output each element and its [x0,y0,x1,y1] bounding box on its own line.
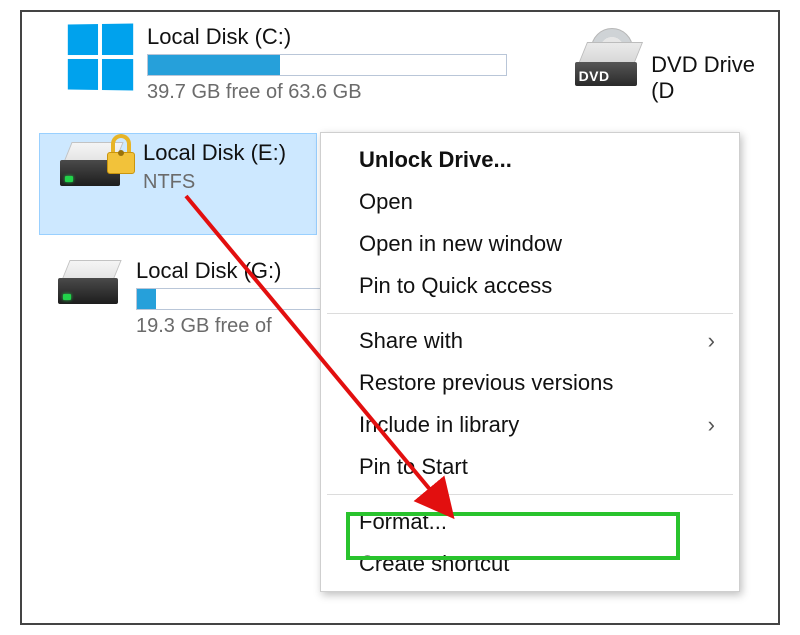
menu-restore-label: Restore previous versions [359,370,613,396]
drive-g[interactable]: Local Disk (G:) 19.3 GB free of [44,252,334,345]
menu-create-shortcut[interactable]: Create shortcut [321,543,739,585]
dvd-badge: DVD [579,68,610,84]
menu-open-new-label: Open in new window [359,231,562,257]
hdd-icon [52,258,136,318]
drive-c-sub: 39.7 GB free of 63.6 GB [147,80,507,105]
drive-g-sub: 19.3 GB free of [136,314,326,339]
drive-e-title: Local Disk (E:) [143,140,286,166]
dvd-drive-icon: DVD [570,34,651,98]
drive-e[interactable]: Local Disk (E:) NTFS [40,134,316,234]
drive-dvd-text: DVD Drive (D [651,34,774,104]
drive-c-text: Local Disk (C:) 39.7 GB free of 63.6 GB [147,24,507,105]
menu-open-label: Open [359,189,413,215]
menu-pin-start[interactable]: Pin to Start [321,446,739,488]
drive-c-usage-fill [148,55,280,75]
windows-logo-icon [52,24,147,90]
drive-g-text: Local Disk (G:) 19.3 GB free of [136,258,326,339]
drive-g-usage-fill [137,289,156,309]
menu-pin-quick-label: Pin to Quick access [359,273,552,299]
menu-share-label: Share with [359,328,463,354]
menu-include-library[interactable]: Include in library › [321,404,739,446]
drive-c[interactable]: Local Disk (C:) 39.7 GB free of 63.6 GB [44,18,564,111]
drive-c-usage-bar [147,54,507,76]
submenu-arrow-icon: › [708,412,715,438]
drive-g-usage-bar [136,288,326,310]
menu-unlock-label: Unlock Drive... [359,147,512,173]
menu-format-label: Format... [359,509,447,535]
menu-share-with[interactable]: Share with › [321,320,739,362]
drive-g-title: Local Disk (G:) [136,258,326,284]
menu-pin-start-label: Pin to Start [359,454,468,480]
drive-e-sub: NTFS [143,170,286,195]
menu-separator [327,494,733,495]
menu-open[interactable]: Open [321,181,739,223]
hdd-locked-icon [48,140,143,200]
menu-restore-previous[interactable]: Restore previous versions [321,362,739,404]
menu-separator [327,313,733,314]
drive-e-text: Local Disk (E:) NTFS [143,140,286,195]
drive-dvd-title: DVD Drive (D [651,52,774,104]
context-menu: Unlock Drive... Open Open in new window … [320,132,740,592]
menu-open-new-window[interactable]: Open in new window [321,223,739,265]
explorer-this-pc-panel: Local Disk (C:) 39.7 GB free of 63.6 GB … [20,10,780,625]
menu-create-shortcut-label: Create shortcut [359,551,509,577]
drive-dvd[interactable]: DVD DVD Drive (D [562,28,780,110]
submenu-arrow-icon: › [708,328,715,354]
menu-include-label: Include in library [359,412,519,438]
menu-unlock-drive[interactable]: Unlock Drive... [321,139,739,181]
drive-c-title: Local Disk (C:) [147,24,507,50]
menu-pin-quick-access[interactable]: Pin to Quick access [321,265,739,307]
menu-format[interactable]: Format... [321,501,739,543]
lock-icon [104,134,138,174]
